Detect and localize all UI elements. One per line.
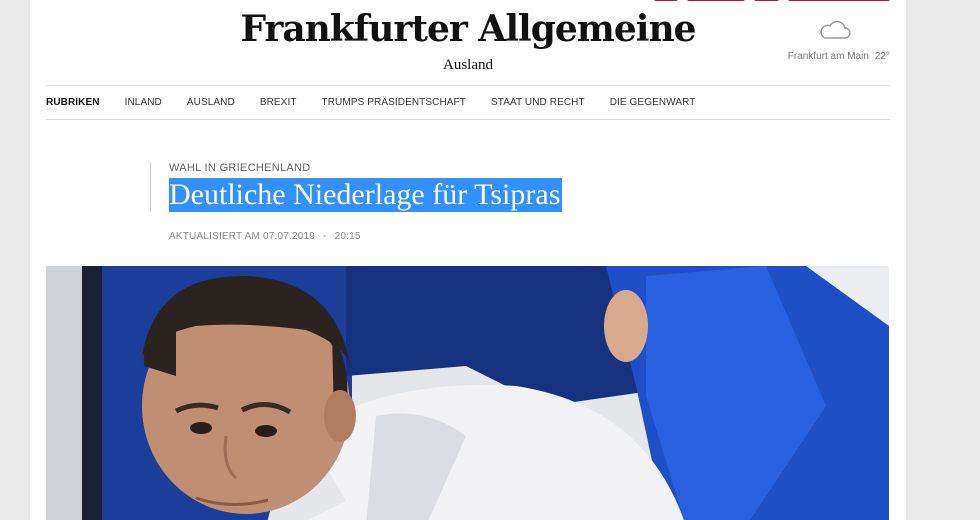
cloud-icon bbox=[820, 20, 851, 39]
article-kicker[interactable]: WAHL IN GRIECHENLAND bbox=[169, 162, 750, 174]
article-header: WAHL IN GRIECHENLAND Deutliche Niederlag… bbox=[150, 162, 750, 212]
nav-item-staat-und-recht[interactable]: STAAT UND RECHT bbox=[491, 97, 585, 108]
weather-temperature: 22° bbox=[874, 51, 890, 62]
top-bar-button[interactable] bbox=[654, 0, 678, 1]
subscribe-button[interactable] bbox=[788, 0, 890, 1]
article-meta: AKTUALISIERT AM 07.07.2019-20:15 bbox=[169, 231, 361, 242]
article-headline[interactable]: Deutliche Niederlage für Tsipras bbox=[169, 178, 563, 212]
nav-item-brexit[interactable]: BREXIT bbox=[260, 97, 297, 108]
weather-city: Frankfurt am Main bbox=[787, 51, 869, 62]
updated-time: 20:15 bbox=[334, 231, 361, 242]
nav-item-trumps-praesidentschaft[interactable]: TRUMPS PRÄSIDENTSCHAFT bbox=[322, 97, 466, 108]
weather-widget[interactable]: Frankfurt am Main 22° bbox=[788, 51, 890, 62]
main-navigation: RUBRIKEN INLAND AUSLAND BREXIT TRUMPS PR… bbox=[46, 85, 890, 120]
top-bar-button[interactable] bbox=[687, 0, 745, 1]
nav-item-inland[interactable]: INLAND bbox=[125, 97, 162, 108]
nav-item-ausland[interactable]: AUSLAND bbox=[187, 97, 235, 108]
updated-date: AKTUALISIERT AM 07.07.2019 bbox=[169, 231, 316, 242]
hero-photo bbox=[46, 266, 889, 520]
top-bar-button[interactable] bbox=[754, 0, 779, 1]
section-title: Ausland bbox=[443, 57, 493, 73]
site-logo[interactable]: Frankfurter Allgemeine bbox=[30, 8, 906, 50]
nav-item-rubriken[interactable]: RUBRIKEN bbox=[46, 97, 100, 108]
meta-separator: - bbox=[323, 231, 327, 242]
page: Frankfurter Allgemeine Ausland Frankfurt… bbox=[30, 0, 906, 520]
article-hero-image[interactable] bbox=[46, 266, 889, 520]
nav-item-die-gegenwart[interactable]: DIE GEGENWART bbox=[610, 97, 696, 108]
